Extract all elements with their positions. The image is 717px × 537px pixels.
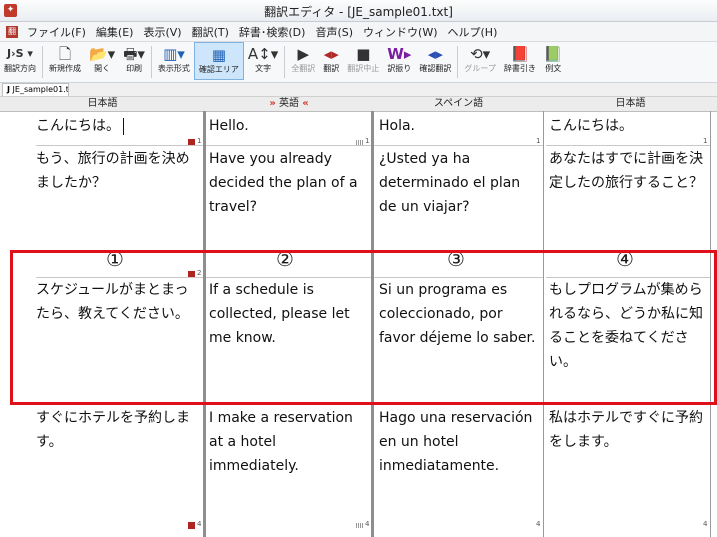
row-separator — [546, 145, 710, 146]
column-header-japanese-back[interactable]: 日本語 — [544, 97, 717, 112]
cell-backtrans-row2[interactable]: あなたはすでに計画を決定したの旅行すること？ — [549, 147, 709, 195]
cell-english-row1[interactable]: Hello. — [209, 114, 369, 138]
toolbar: J›S ▾ 翻訳方向 🗋 新規作成 📂▾ 開く 🖶▾ 印刷 ▥▾ 表示形式 ▦ … — [0, 42, 717, 83]
row-separator — [206, 145, 371, 146]
font-size-icon: A↕▾ — [247, 45, 279, 63]
interlinear-icon: W▸ — [387, 45, 412, 63]
menu-view[interactable]: 表示(V) — [138, 24, 186, 40]
toolbar-separator — [42, 46, 43, 78]
text-cursor — [123, 117, 124, 135]
segment-number: 1 — [365, 137, 370, 145]
menu-window[interactable]: ウィンドウ(W) — [358, 24, 442, 40]
cell-backtrans-row4[interactable]: 私はホテルですぐに予約をします。 — [549, 406, 709, 454]
column-header-japanese[interactable]: 日本語 — [0, 97, 205, 112]
new-document-icon: 🗋 — [58, 45, 72, 63]
group-icon: ⟲▾ — [470, 45, 491, 63]
title-bar: ✦ 翻訳エディタ - [JE_sample01.txt] — [0, 0, 717, 22]
cell-english-row2[interactable]: Have you already decided the plan of a t… — [209, 147, 369, 219]
cell-spanish-row4[interactable]: Hago una reservación en un hotel inmedia… — [379, 406, 541, 478]
toolbar-separator — [284, 46, 286, 78]
cell-backtrans-row1[interactable]: こんにちは。 — [549, 114, 709, 138]
translation-grid: 日本語 » 英語 « スペイン語 日本語 こんにちは。 Hello. Hola.… — [0, 97, 717, 537]
segment-marker — [188, 522, 195, 529]
display-format-icon: ▥▾ — [163, 45, 185, 63]
cell-source-row4[interactable]: すぐにホテルを予約します。 — [36, 406, 201, 454]
toolbar-separator — [150, 46, 152, 78]
interlinear-button[interactable]: W▸ 訳振り — [383, 42, 415, 80]
translate-icon: ◂▸ — [323, 45, 339, 63]
document-icon[interactable]: 翻 — [6, 25, 18, 38]
segment-number: 1 — [536, 137, 541, 145]
japanese-doc-icon: J — [7, 85, 10, 94]
dictionary-icon: 📕 — [510, 45, 530, 63]
segment-number: 4 — [536, 520, 541, 528]
menu-voice[interactable]: 音声(S) — [310, 24, 358, 40]
folder-open-icon: 📂▾ — [89, 45, 116, 63]
menu-help[interactable]: ヘルプ(H) — [443, 24, 503, 40]
printer-icon: 🖶▾ — [123, 45, 145, 63]
cell-source-row1[interactable]: こんにちは。 — [36, 114, 201, 138]
new-document-button[interactable]: 🗋 新規作成 — [45, 42, 85, 80]
font-button[interactable]: A↕▾ 文字 — [244, 42, 282, 80]
document-tab[interactable]: J JE_sample01.t — [2, 83, 69, 96]
example-sentence-button[interactable]: 📗 例文 — [540, 42, 567, 80]
example-book-icon: 📗 — [543, 45, 563, 63]
play-icon: ▶ — [297, 45, 310, 63]
confirm-translation-button[interactable]: ◂▸ 確認翻訳 — [415, 42, 455, 80]
column-header-english[interactable]: » 英語 « — [205, 97, 373, 112]
segment-number: 4 — [197, 520, 202, 528]
menu-file[interactable]: ファイル(F) — [22, 24, 91, 40]
translate-button[interactable]: ◂▸ 翻訳 — [319, 42, 343, 80]
dictionary-lookup-button[interactable]: 📕 辞書引き — [500, 42, 540, 80]
segment-number: 1 — [703, 137, 708, 145]
highlight-box — [10, 250, 717, 405]
toolbar-separator — [457, 46, 459, 78]
document-tab-bar: J JE_sample01.t — [0, 83, 717, 97]
translate-all-button[interactable]: ▶ 全翻訳 — [287, 42, 319, 80]
menu-bar: 翻 ファイル(F) 編集(E) 表示(V) 翻訳(T) 辞書･検索(D) 音声(… — [0, 22, 717, 42]
segment-number: 4 — [703, 520, 708, 528]
row-separator — [374, 145, 543, 146]
translation-direction-button[interactable]: J›S ▾ 翻訳方向 — [0, 42, 40, 80]
stop-translation-button[interactable]: ■ 翻訳中止 — [343, 42, 383, 80]
menu-edit[interactable]: 編集(E) — [91, 24, 139, 40]
segment-number: 4 — [365, 520, 370, 528]
stop-icon: ■ — [356, 45, 371, 63]
confirm-translate-icon: ◂▸ — [427, 45, 443, 63]
translation-direction-icon: J›S ▾ — [7, 47, 33, 60]
confirm-area-button[interactable]: ▦ 確認エリア — [193, 42, 244, 80]
cell-english-row4[interactable]: I make a reservation at a hotel immediat… — [209, 406, 369, 478]
open-button[interactable]: 📂▾ 開く — [85, 42, 119, 80]
display-format-button[interactable]: ▥▾ 表示形式 — [154, 42, 194, 80]
print-button[interactable]: 🖶▾ 印刷 — [119, 42, 149, 80]
cell-spanish-row2[interactable]: ¿Usted ya ha determinado el plan de un v… — [379, 147, 541, 219]
row-separator — [36, 145, 203, 146]
segment-marker — [356, 523, 363, 528]
segment-number: 1 — [197, 137, 202, 145]
cell-source-row2[interactable]: もう、旅行の計画を決めましたか？ — [36, 147, 201, 195]
cell-spanish-row1[interactable]: Hola. — [379, 114, 541, 138]
column-header-spanish[interactable]: スペイン語 — [373, 97, 544, 112]
group-button[interactable]: ⟲▾ グループ — [460, 42, 500, 80]
confirm-area-icon: ▦ — [211, 46, 227, 64]
menu-translate[interactable]: 翻訳(T) — [187, 24, 234, 40]
window-title: 翻訳エディタ - [JE_sample01.txt] — [264, 5, 453, 19]
menu-dictionary-search[interactable]: 辞書･検索(D) — [234, 24, 311, 40]
